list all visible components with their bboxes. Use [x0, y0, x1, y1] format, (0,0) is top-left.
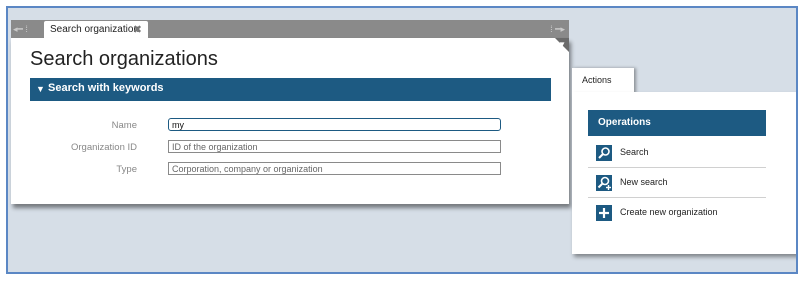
- search-action[interactable]: Search: [588, 138, 766, 168]
- tab-actions[interactable]: Actions: [572, 68, 634, 94]
- operations-header: Operations: [588, 110, 766, 136]
- name-input[interactable]: [168, 118, 501, 131]
- chevron-down-icon[interactable]: ▼: [558, 40, 566, 49]
- actions-tab-label: Actions: [582, 75, 612, 85]
- organization-id-input[interactable]: [168, 140, 501, 153]
- tab-strip: ◂━ ⁞ Search organization ✖ ⁞ ━▸: [11, 20, 569, 38]
- tab-label: Search organization: [50, 24, 139, 35]
- search-action-label: Search: [620, 147, 649, 157]
- search-icon: [596, 145, 612, 161]
- tab-scroll-right-icon[interactable]: ⁞ ━▸: [543, 24, 565, 34]
- type-label: Type: [116, 164, 137, 175]
- page-title: Search organizations: [30, 48, 218, 70]
- operations-title: Operations: [598, 117, 651, 128]
- tab-search-organization[interactable]: Search organization ✖: [44, 21, 148, 38]
- plus-icon: [596, 205, 612, 221]
- new-search-action[interactable]: New search: [588, 168, 766, 198]
- actions-panel: Operations Search New search Create new …: [572, 92, 796, 254]
- search-panel: ▼ Search organizations ▼ Search with key…: [11, 38, 569, 204]
- collapse-arrow-icon[interactable]: ▼: [36, 84, 45, 94]
- section-header[interactable]: ▼ Search with keywords: [30, 78, 551, 101]
- close-icon[interactable]: ✖: [133, 23, 142, 36]
- name-label: Name: [111, 120, 137, 131]
- create-organization-action-label: Create new organization: [620, 207, 718, 217]
- section-title: Search with keywords: [48, 82, 164, 94]
- tab-scroll-left-icon[interactable]: ◂━ ⁞: [13, 24, 39, 34]
- new-search-action-label: New search: [620, 177, 668, 187]
- create-organization-action[interactable]: Create new organization: [588, 198, 766, 228]
- app-frame: ◂━ ⁞ Search organization ✖ ⁞ ━▸ ▼ Search…: [6, 6, 798, 274]
- type-input[interactable]: [168, 162, 501, 175]
- organization-id-label: Organization ID: [70, 142, 137, 153]
- new-search-icon: [596, 175, 612, 191]
